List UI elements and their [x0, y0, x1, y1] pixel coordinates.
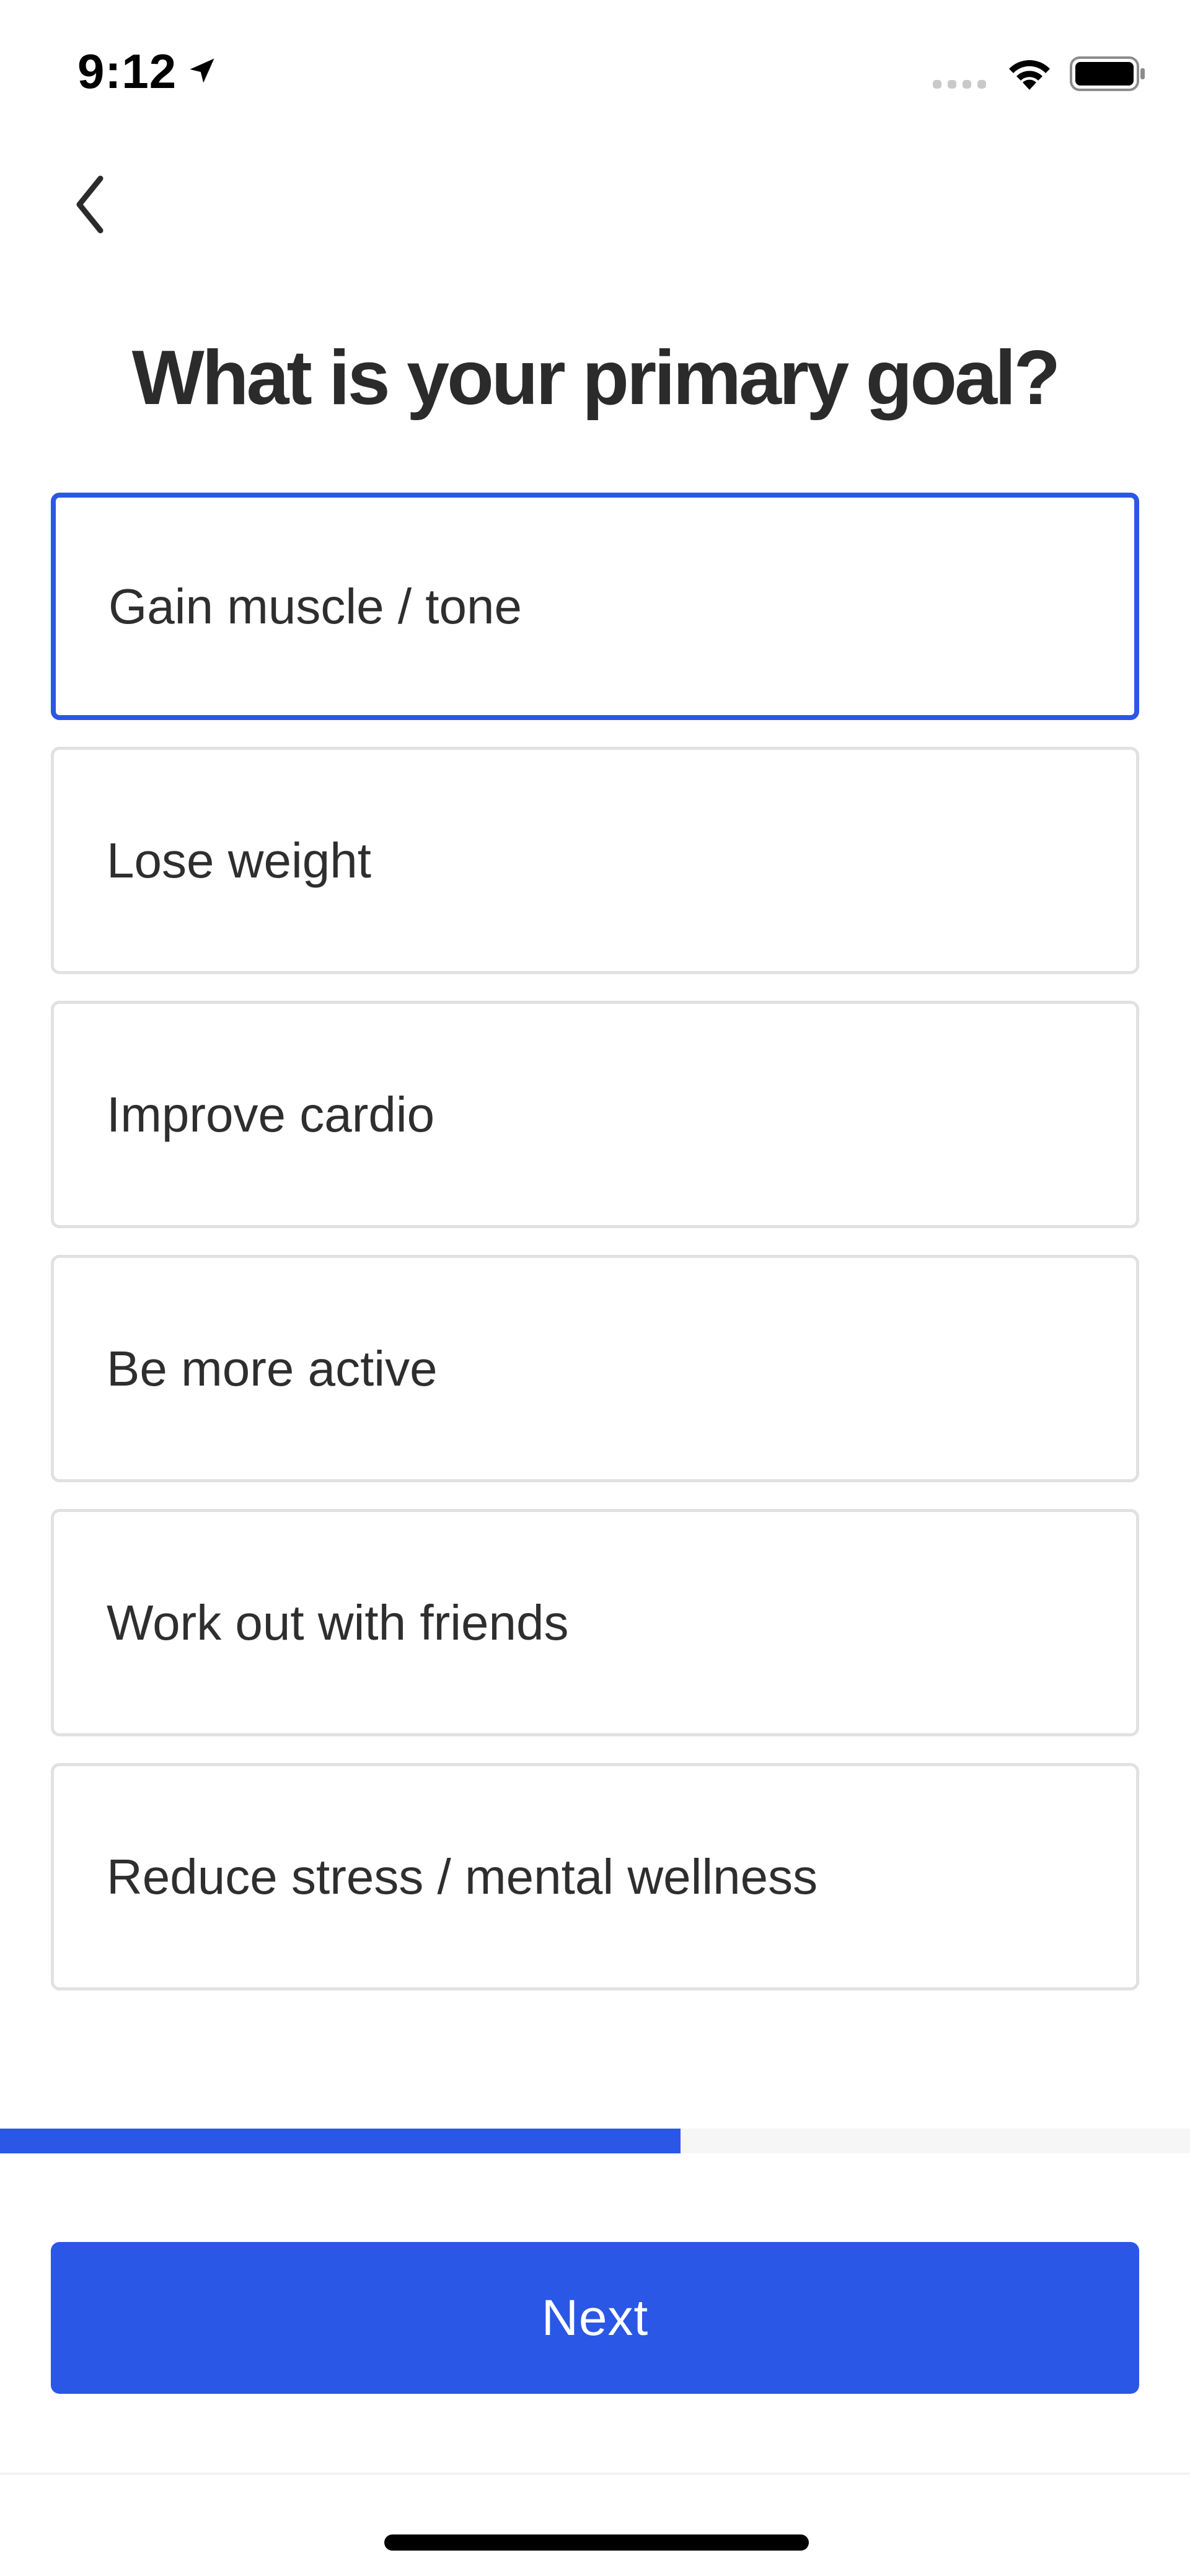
location-arrow-icon [190, 58, 214, 83]
goal-option[interactable]: Lose weight [51, 747, 1139, 974]
status-bar: 9:12 [0, 0, 1190, 149]
goal-option-label: Lose weight [107, 832, 371, 888]
next-button[interactable]: Next [51, 2242, 1139, 2394]
progress-bar [0, 2129, 1190, 2153]
goal-option[interactable]: Improve cardio [51, 1001, 1139, 1228]
signal-icon [933, 80, 986, 89]
goal-option-label: Be more active [107, 1340, 438, 1396]
goal-option-label: Reduce stress / mental wellness [107, 1848, 818, 1904]
status-time: 9:12 [77, 44, 177, 99]
goal-option-label: Work out with friends [107, 1594, 569, 1650]
next-button-label: Next [541, 2289, 649, 2346]
back-button[interactable] [56, 167, 124, 242]
footer-divider [0, 2473, 1190, 2475]
goal-option[interactable]: Be more active [51, 1255, 1139, 1482]
goal-option[interactable]: Work out with friends [51, 1509, 1139, 1736]
progress-fill [0, 2129, 681, 2153]
goal-options-list: Gain muscle / tone Lose weight Improve car… [51, 493, 1139, 2017]
goal-option[interactable]: Gain muscle / tone [51, 493, 1139, 720]
wifi-icon [1009, 60, 1050, 90]
home-indicator [384, 2534, 809, 2551]
page-title: What is your primary goal? [131, 335, 1061, 421]
battery-icon [1070, 56, 1145, 91]
goal-option-label: Gain muscle / tone [108, 578, 522, 634]
chevron-left-icon [76, 175, 104, 234]
goal-option[interactable]: Reduce stress / mental wellness [51, 1763, 1139, 1990]
goal-option-label: Improve cardio [107, 1086, 435, 1142]
